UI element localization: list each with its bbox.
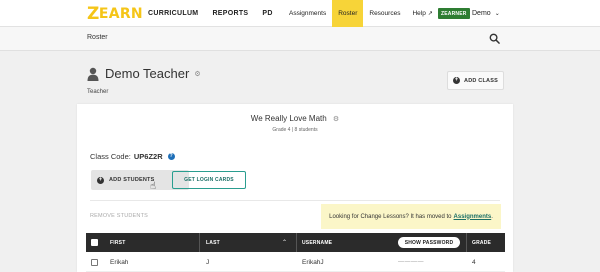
class-title: We Really Love Math — [250, 114, 327, 123]
class-code-value: UP6Z2R — [133, 152, 163, 161]
sort-up-icon[interactable]: ⌃ — [282, 239, 287, 246]
search-icon[interactable] — [489, 33, 500, 44]
get-login-cards-button[interactable]: GET LOGIN CARDS — [172, 171, 246, 189]
nav-pd[interactable]: PD — [262, 10, 272, 17]
nav-assignments[interactable]: Assignments — [283, 0, 332, 27]
nav-reports[interactable]: REPORTS — [212, 10, 248, 17]
plus-circle-icon: + — [453, 77, 461, 84]
header-first[interactable]: FIRST — [110, 233, 125, 252]
nav-roster[interactable]: Roster — [332, 0, 364, 27]
nav-curriculum[interactable]: CURRICULUM — [148, 10, 198, 17]
header-grade[interactable]: GRADE — [472, 233, 491, 252]
external-link-icon: ↗ — [427, 11, 433, 17]
person-icon — [87, 67, 99, 81]
cell-username: ErikahJ — [302, 258, 324, 266]
cell-first: Erikah — [110, 258, 129, 266]
divider — [90, 200, 500, 201]
class-title-row: We Really Love Math ⚙ — [77, 114, 513, 123]
remove-students-button[interactable]: REMOVE STUDENTS — [90, 213, 148, 219]
top-nav: Z EARN CURRICULUM REPORTS PD Assignments … — [0, 0, 600, 27]
row-checkbox[interactable] — [91, 252, 98, 272]
logo-z: Z — [87, 3, 99, 24]
show-password-button[interactable]: SHOW PASSWORD — [398, 237, 460, 248]
header-last[interactable]: LAST — [206, 233, 220, 252]
cell-last: J — [206, 258, 210, 266]
user-name: Demo — [472, 10, 491, 17]
zearn-logo[interactable]: Z EARN — [87, 3, 143, 24]
cell-grade: 4 — [472, 258, 476, 266]
class-code: Class Code: UP6Z2R ? — [90, 152, 175, 161]
header-username[interactable]: USERNAME — [302, 233, 332, 252]
logo-text: EARN — [98, 5, 143, 22]
roster-breadcrumb: Roster — [87, 34, 108, 41]
cell-password: ———— — [398, 259, 424, 265]
right-nav: Assignments Roster Resources Help ↗ — [283, 0, 439, 27]
teacher-header: Demo Teacher ⚙ — [87, 66, 201, 81]
zearner-badge: ZEARNER — [438, 8, 470, 19]
nav-help[interactable]: Help ↗ — [406, 0, 438, 27]
user-menu[interactable]: Demo ⌄ — [472, 0, 500, 27]
help-icon[interactable]: ? — [167, 153, 175, 160]
gear-icon[interactable]: ⚙ — [194, 70, 200, 78]
gear-icon[interactable]: ⚙ — [333, 116, 339, 123]
hand-cursor-icon: ☝ — [150, 181, 157, 192]
assignments-link[interactable]: Assignments — [454, 214, 492, 220]
class-meta: Grade 4 | 8 students — [272, 127, 318, 133]
teacher-name: Demo Teacher — [105, 66, 190, 81]
chevron-down-icon: ⌄ — [494, 11, 500, 17]
select-all-checkbox[interactable] — [91, 233, 98, 252]
notice-banner: Looking for Change Lessons? It has moved… — [321, 204, 501, 229]
teacher-role: Teacher — [87, 89, 109, 95]
roster-bar: Roster — [0, 27, 600, 51]
add-class-button[interactable]: + ADD CLASS — [447, 71, 504, 90]
table-header: FIRST LAST ⌃ USERNAME SHOW PASSWORD GRAD… — [86, 233, 505, 252]
main-nav: CURRICULUM REPORTS PD — [148, 0, 273, 27]
table-row: Erikah J ErikahJ ———— 4 — [86, 252, 505, 272]
nav-resources[interactable]: Resources — [363, 0, 406, 27]
plus-circle-icon: + — [97, 176, 104, 184]
